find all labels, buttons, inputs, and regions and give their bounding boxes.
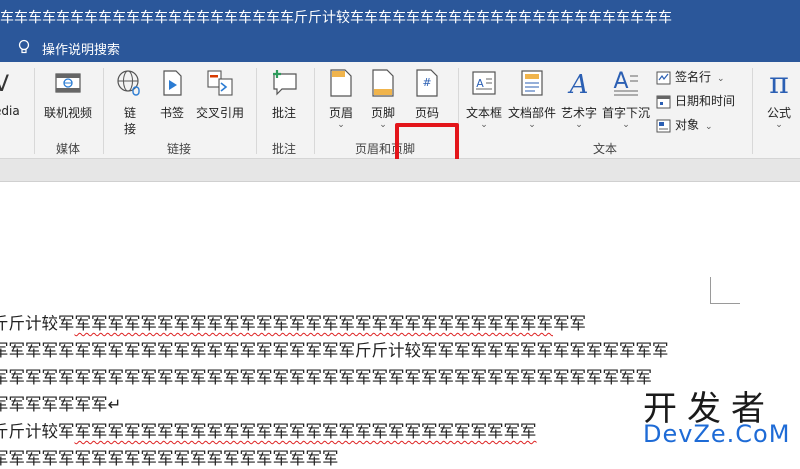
online-video-button[interactable]: 联机视频 [40,62,96,138]
textbox-label: 文本框 [465,106,502,120]
page-number-label: 页码 [414,106,439,120]
header-button[interactable]: 页眉 ⌄ [320,62,362,138]
svg-text:A: A [613,69,628,94]
group-label-comments: 批注 [271,142,296,156]
object-icon [656,119,671,132]
text-run: 斤斤计较军 [0,422,75,441]
drop-cap-icon: A [613,69,638,96]
online-video-icon [55,73,81,93]
text-run: 军军军军军军军军军军军军军军军军军军军军军 [0,449,339,468]
signature-line-icon [656,71,671,84]
group-separator [752,68,753,154]
calendar-icon [656,95,671,108]
globe-link-icon [117,70,140,96]
textbox-button[interactable]: A 文本框 ⌄ [462,62,506,138]
drop-cap-label: 首字下沉 [601,106,650,120]
tell-me-search[interactable]: 操作说明搜索 [42,39,120,58]
wordart-button[interactable]: A 艺术字 ⌄ [558,62,600,138]
text-run: 军军 [553,314,586,333]
group-label-text: 文本 [592,142,617,156]
comment-label: 批注 [271,106,296,120]
cross-reference-label: 交叉引用 [195,106,244,120]
signature-line-label: 签名行 [675,70,712,84]
textbox-icon: A [472,71,496,95]
misspelled-text-run: 军军军军军军军军军军军军军军军军军军军军军军军军军军军军军 [74,314,554,333]
group-label-links: 链接 [166,142,191,156]
chevron-down-icon: ⌄ [775,120,783,130]
watermark-english: DevZe.CoM [643,420,791,448]
online-video-label: 联机视频 [43,106,92,120]
tell-me-bar: 操作说明搜索 [0,32,800,62]
group-separator [34,68,35,154]
bookmark-label: 书签 [159,106,184,120]
header-icon [330,69,352,97]
text-run: 军军军军军军军↵ [0,395,122,414]
chevron-down-icon: ⌄ [717,74,725,84]
cross-reference-button[interactable]: 交叉引用 [192,62,248,138]
link-label-1: 链 [123,106,136,120]
date-time-button[interactable]: 日期和时间 [656,92,735,112]
chevron-down-icon: ⌄ [480,120,488,130]
chevron-down-icon: ⌄ [337,120,345,130]
group-separator [314,68,315,154]
chevron-down-icon: ⌄ [528,120,536,130]
text-run: 军军军军军军军军军军军军军军军军军军军军军军军军军军军军军军军军军军军军军军军军 [0,368,652,387]
object-button[interactable]: 对象 ⌄ [656,116,713,136]
media-partial-button[interactable]: V edia [0,62,24,138]
svg-text:A: A [568,70,589,98]
margin-corner-mark [710,277,711,303]
document-line[interactable]: 斤斤计较军军军军军军军军军军军军军军军军军军军军军军军军军军军军军 [0,418,537,442]
quick-parts-label: 文档部件 [507,106,556,120]
partial-label: edia [0,104,20,118]
window-title: 车车车车车车车车车车车车车车车车车车车车车斤斤计较车车车车车车车车车车车车车车车… [0,10,672,26]
partial-glyph: V [0,72,10,97]
group-label-media: 媒体 [55,142,80,156]
wordart-icon: A [568,70,589,98]
chevron-down-icon: ⌄ [622,120,630,130]
page-number-icon: # [416,69,438,97]
title-bar: 车车车车车车车车车车车车车车车车车车车车车斤斤计较车车车车车车车车车车车车车车车… [0,0,800,32]
equation-label: 公式 [766,106,791,120]
document-line[interactable]: 军军军军军军军军军军军军军军军军军军军军军 [0,445,339,469]
lightbulb-icon [18,39,30,54]
footer-icon [372,69,394,97]
wordart-label: 艺术字 [560,106,597,120]
header-label: 页眉 [328,106,353,120]
ribbon-document-gap [0,159,800,182]
equation-button[interactable]: π 公式 ⌄ [758,62,800,138]
misspelled-text-run: 军军军军军军军军军军军军军军军军军军军军军军军军军军军军 [74,422,537,441]
group-separator [103,68,104,154]
bookmark-button[interactable]: 书签 [152,62,192,138]
comment-button[interactable]: 批注 [262,62,306,138]
text-run: 军军军军军军军军军军军军军军军军军军军军军军斤斤计较军军军军军军军军军军军军军军… [0,341,669,360]
quick-parts-icon [521,70,543,96]
bookmark-icon [163,70,182,96]
link-button[interactable]: 链 接 [110,62,150,138]
ribbon-insert: V edia 联机视频 媒体 链 接 书签 [0,62,800,197]
cross-reference-icon [207,70,233,96]
drop-cap-button[interactable]: A 首字下沉 ⌄ [600,62,652,138]
link-label-2: 接 [123,122,136,136]
document-line[interactable]: 军军军军军军军↵ [0,391,121,415]
group-separator [256,68,257,154]
comment-icon [273,70,297,96]
document-line[interactable]: 斤斤计较军军军军军军军军军军军军军军军军军军军军军军军军军军军军军军军军 [0,310,586,334]
chevron-down-icon: ⌄ [705,122,713,132]
svg-text:#: # [422,76,431,89]
svg-text:A: A [476,77,484,90]
margin-corner-mark [710,303,740,304]
date-time-label: 日期和时间 [675,94,736,108]
signature-line-button[interactable]: 签名行 ⌄ [656,68,725,88]
object-label: 对象 [675,118,700,132]
document-line[interactable]: 军军军军军军军军军军军军军军军军军军军军军军军军军军军军军军军军军军军军军军军军 [0,364,652,388]
footer-label: 页脚 [370,106,395,120]
quick-parts-button[interactable]: 文档部件 ⌄ [506,62,558,138]
chevron-down-icon: ⌄ [575,120,583,130]
text-run: 斤斤计较军 [0,314,75,333]
pi-icon: π [769,66,789,101]
document-line[interactable]: 军军军军军军军军军军军军军军军军军军军军军军斤斤计较军军军军军军军军军军军军军军… [0,337,669,361]
